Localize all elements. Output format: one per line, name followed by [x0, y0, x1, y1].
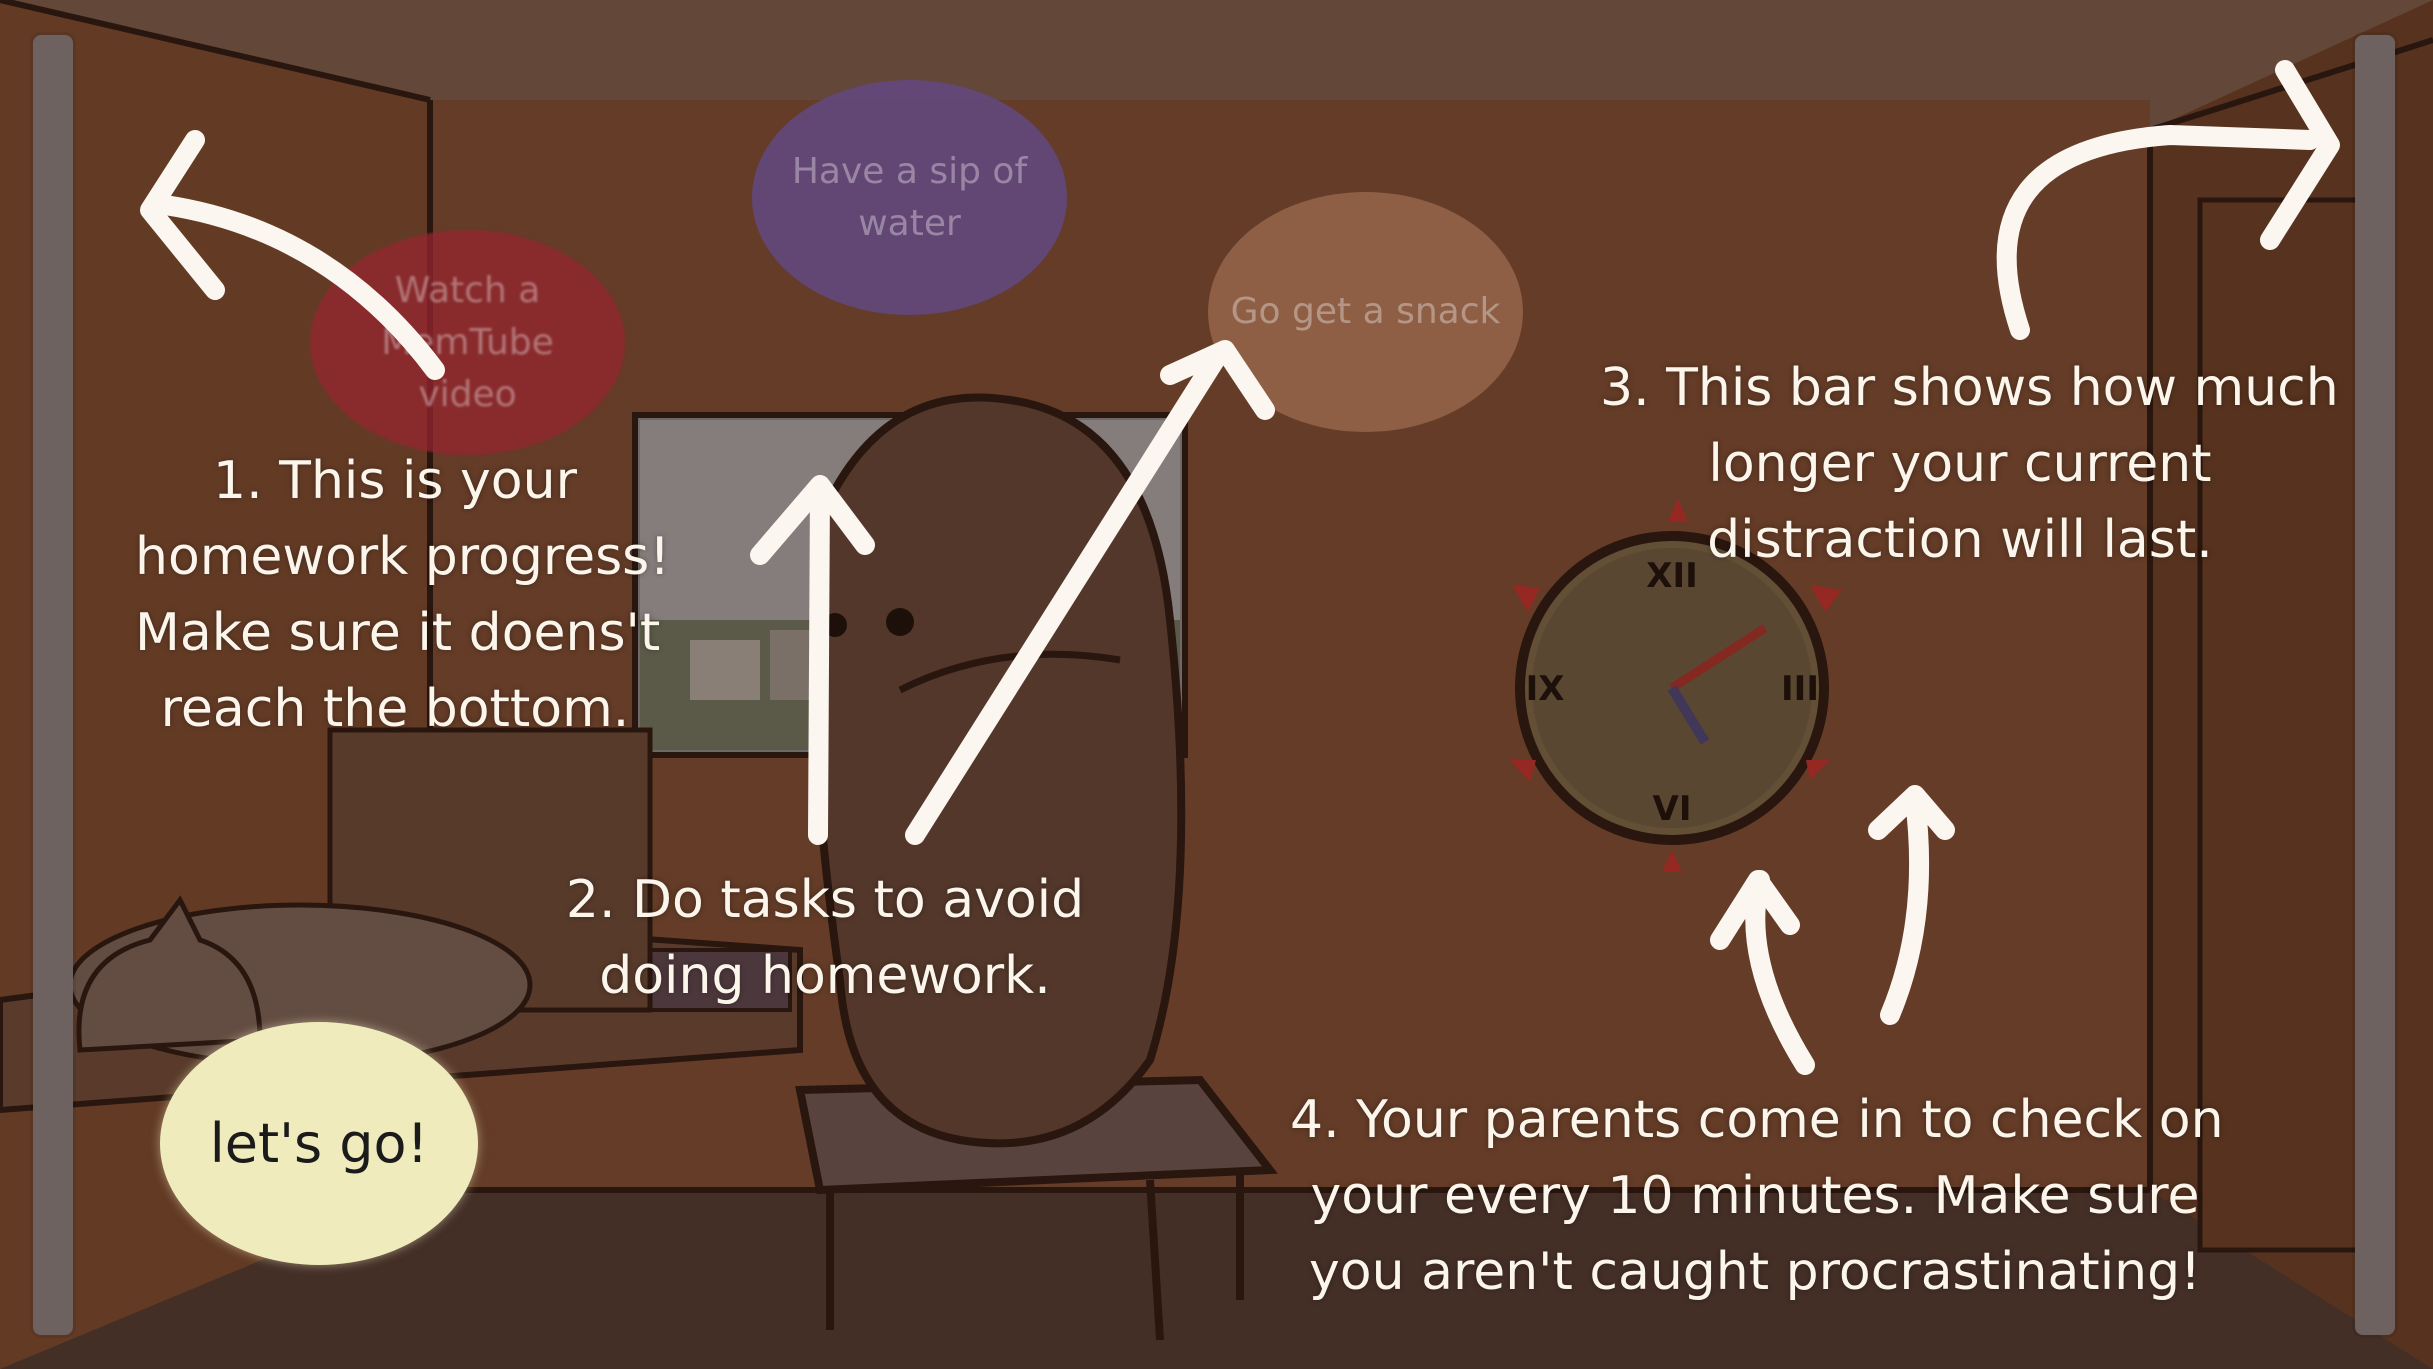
note1-line-1: 1. This is your	[213, 451, 577, 511]
task-video-line-3: video	[418, 373, 517, 415]
distraction-timer-bar	[2355, 35, 2395, 1335]
clock-numeral-9: IX	[1526, 669, 1565, 709]
note2-line-1: 2. Do tasks to avoid	[565, 870, 1085, 930]
task-watch-video-button[interactable]: Watch a MemTube video	[310, 230, 625, 455]
task-water-line-2: water	[858, 202, 961, 244]
clock-numeral-6: VI	[1653, 789, 1692, 829]
task-water-line-1: Have a sip of	[791, 150, 1028, 192]
clock-numeral-3: III	[1781, 669, 1819, 709]
player-character	[809, 393, 1186, 1148]
note1-line-4: reach the bottom.	[160, 679, 630, 739]
tutorial-note-tasks: 2. Do tasks to avoid doing homework.	[560, 862, 1090, 1014]
task-video-line-1: Watch a	[394, 269, 541, 311]
note4-line-1: 4. Your parents come in to check on	[1290, 1090, 2224, 1150]
task-snack-line-1: Go get a snack	[1230, 291, 1501, 332]
start-button[interactable]: let's go!	[160, 1022, 478, 1265]
note1-line-2: homework progress!	[135, 527, 671, 587]
tutorial-note-parents: 4. Your parents come in to check on your…	[1290, 1082, 2224, 1310]
task-get-snack-button[interactable]: Go get a snack	[1208, 192, 1523, 432]
note3-line-3: distraction will last.	[1707, 510, 2213, 570]
note1-line-3: Make sure it doens't	[135, 603, 661, 663]
homework-progress-bar	[33, 35, 73, 1335]
task-sip-water-button[interactable]: Have a sip of water	[752, 80, 1067, 315]
note2-line-2: doing homework.	[599, 946, 1051, 1006]
note3-line-1: 3. This bar shows how much	[1600, 358, 2339, 418]
note4-line-2: your every 10 minutes. Make sure	[1310, 1166, 2200, 1226]
note3-line-2: longer your current	[1708, 434, 2212, 494]
note4-line-3: you aren't caught procrastinating!	[1309, 1242, 2201, 1302]
tutorial-note-distraction-bar: 3. This bar shows how much longer your c…	[1600, 350, 2339, 578]
task-video-line-2: MemTube	[381, 321, 554, 363]
start-button-label: let's go!	[209, 1112, 429, 1175]
tutorial-note-progress: 1. This is your homework progress! Make …	[135, 443, 671, 747]
